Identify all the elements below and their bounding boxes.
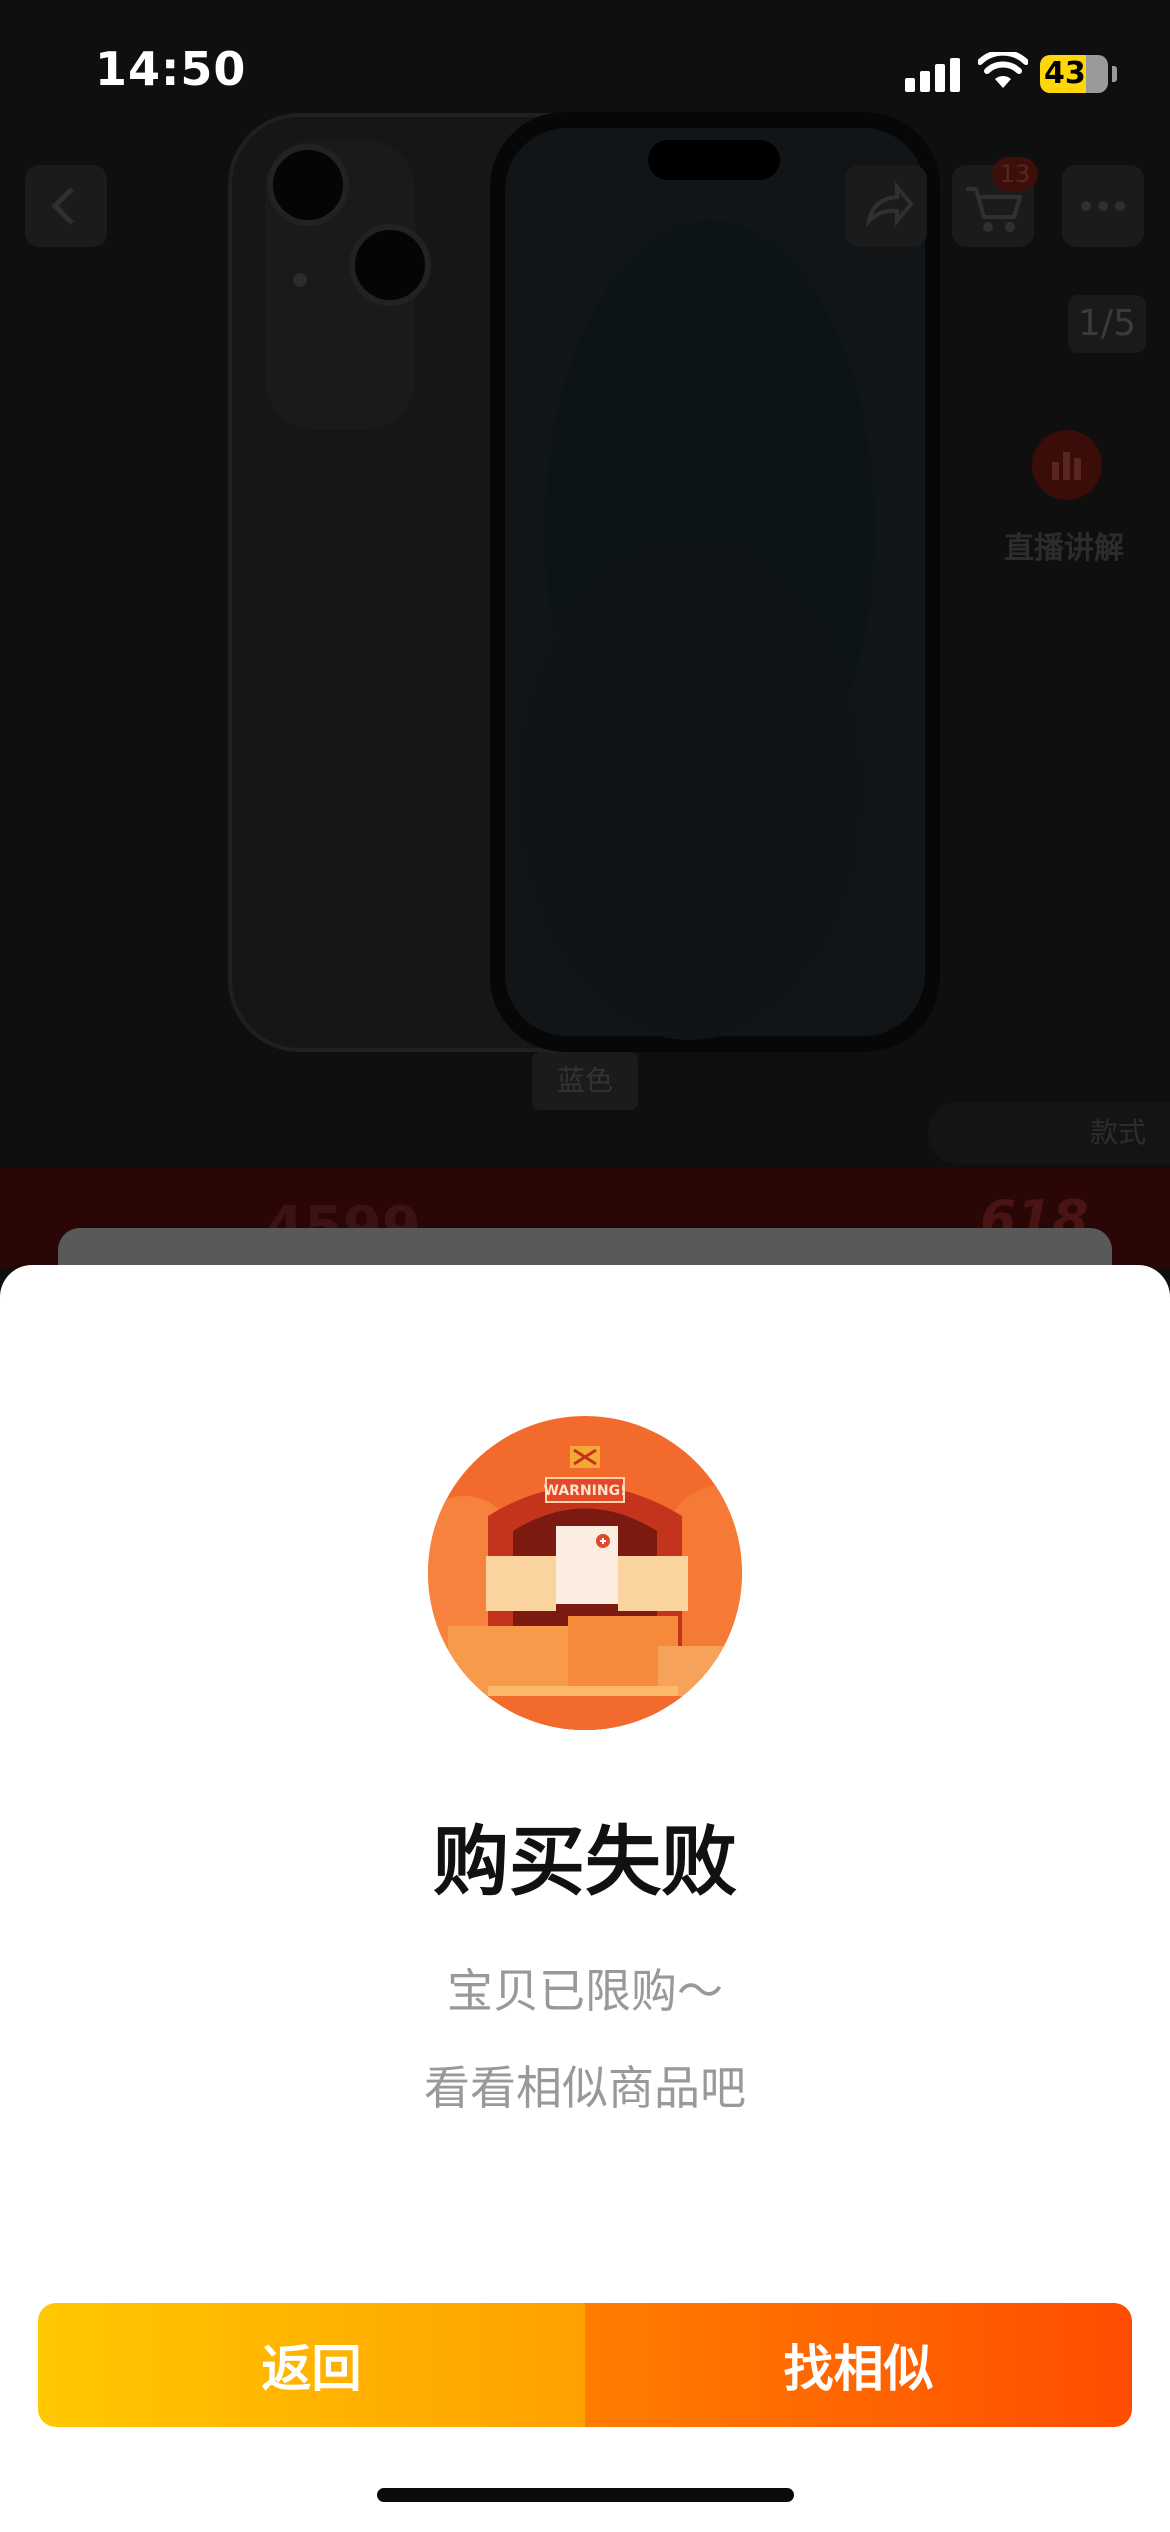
home-indicator[interactable] [377,2488,794,2502]
status-time: 14:50 [95,42,247,96]
live-explain-label[interactable]: 直播讲解 [1004,523,1124,567]
back-button[interactable]: 返回 [38,2303,585,2427]
wifi-icon [978,52,1028,88]
cellular-signal-icon [905,58,960,92]
share-icon[interactable] [845,165,927,247]
warning-illustration: WARNING! [428,1416,742,1730]
dialog-title: 购买失败 [433,1817,737,1906]
color-tag: 蓝色 [532,1052,638,1110]
live-chart-icon[interactable] [1032,430,1102,500]
product-image [228,112,940,1052]
battery-level: 43 [1044,56,1086,91]
more-icon[interactable] [1062,165,1144,247]
warning-label: WARNING! [544,1483,627,1499]
dialog-message-line1: 宝贝已限购～ [447,1964,723,2018]
battery-indicator: 43 [1040,55,1108,93]
find-similar-button[interactable]: 找相似 [585,2303,1132,2427]
image-index: 1/5 [1068,295,1146,353]
dialog-message-line2: 看看相似商品吧 [424,2061,746,2115]
cart-icon[interactable]: 13 [952,157,1038,247]
cart-count-badge: 13 [992,157,1038,191]
style-selector[interactable]: 款式 [928,1102,1170,1164]
back-icon[interactable] [25,165,107,247]
dialog-actions: 返回 找相似 [38,2303,1132,2427]
battery-tip [1112,66,1117,82]
